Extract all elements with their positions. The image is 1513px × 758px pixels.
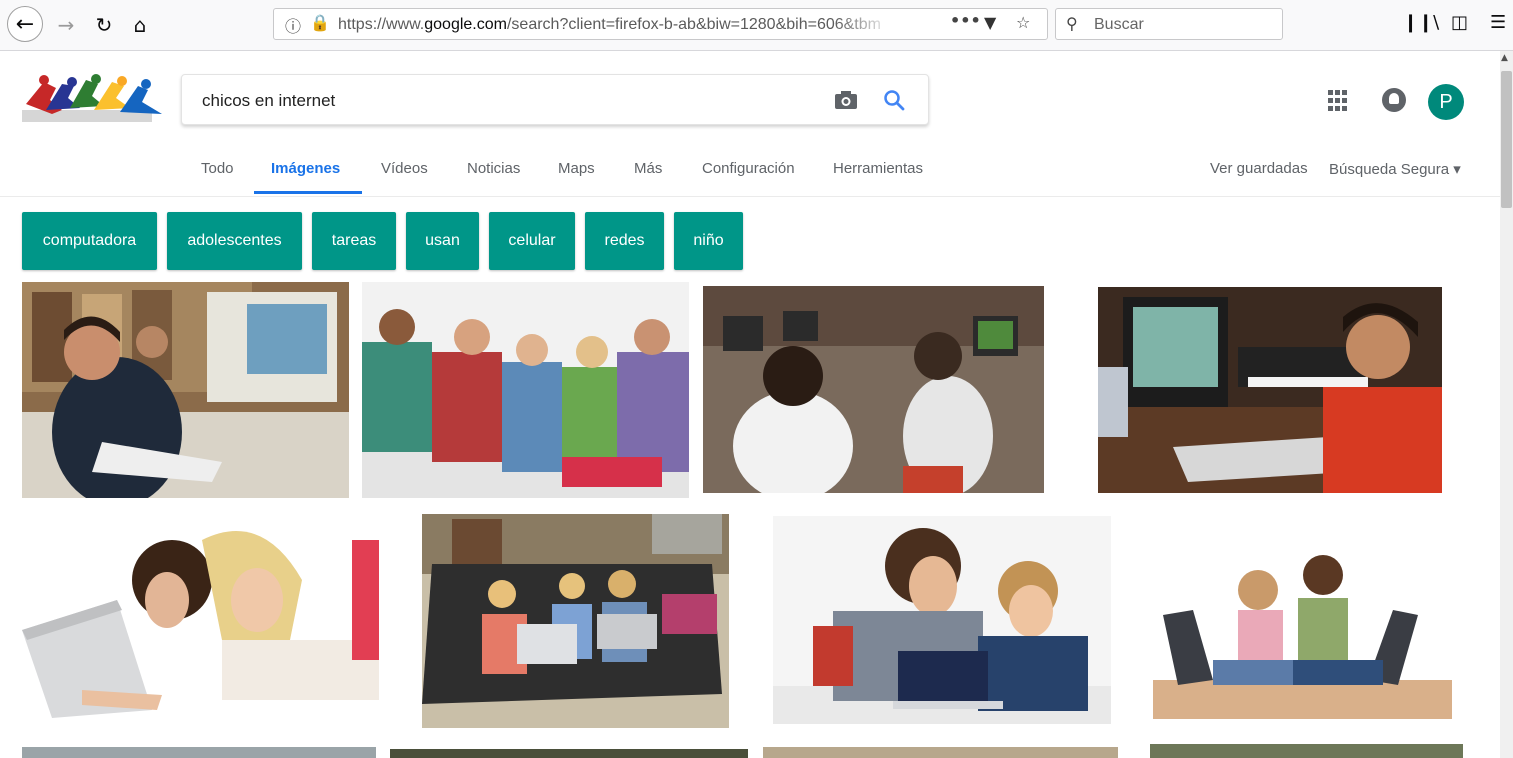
tab-noticias[interactable]: Noticias: [467, 160, 520, 177]
image-thumbnail: [422, 514, 729, 728]
tab-maps[interactable]: Maps: [558, 160, 595, 177]
image-result[interactable]: [362, 282, 689, 498]
back-arrow-icon[interactable]: ←: [7, 6, 43, 42]
image-result[interactable]: [390, 749, 748, 758]
image-thumbnail: [362, 282, 689, 498]
page-scrollbar[interactable]: ▲: [1500, 51, 1513, 758]
google-search-box[interactable]: [181, 74, 929, 125]
chip-redes[interactable]: redes: [585, 212, 664, 270]
image-result[interactable]: [22, 520, 379, 718]
browser-search-bar[interactable]: ⚲: [1055, 8, 1283, 40]
camera-icon[interactable]: [834, 90, 858, 110]
lock-icon[interactable]: 🔒: [310, 13, 330, 32]
browser-toolbar: ← → ↻ ⌂ ⓘ 🔒 https://www.google.com/searc…: [0, 0, 1513, 51]
search-icon: ⚲: [1066, 14, 1078, 33]
image-thumbnail: [1153, 520, 1452, 719]
image-result[interactable]: [1150, 744, 1463, 758]
chip-adolescentes[interactable]: adolescentes: [167, 212, 302, 270]
browser-search-input[interactable]: [1092, 13, 1276, 37]
active-tab-indicator: [254, 191, 362, 194]
tab-herramientas[interactable]: Herramientas: [833, 160, 923, 177]
library-icon[interactable]: ❙❙\: [1403, 12, 1439, 33]
image-result[interactable]: [422, 514, 729, 728]
chip-nino[interactable]: niño: [674, 212, 743, 270]
saved-images-link[interactable]: Ver guardadas: [1210, 160, 1308, 177]
safe-search-dropdown[interactable]: Búsqueda Segura ▾: [1329, 160, 1461, 178]
image-thumbnail: [703, 286, 1044, 493]
url-bar[interactable]: ⓘ 🔒 https://www.google.com/search?client…: [273, 8, 1048, 40]
chip-computadora[interactable]: computadora: [22, 212, 157, 270]
image-thumbnail: [1098, 287, 1442, 493]
apps-grid-icon[interactable]: [1328, 90, 1350, 112]
google-header: P Todo Imágenes Vídeos Noticias Maps Más…: [0, 51, 1500, 197]
url-text[interactable]: https://www.google.com/search?client=fir…: [338, 16, 898, 34]
image-result[interactable]: [703, 286, 1044, 493]
scroll-up-arrow-icon[interactable]: ▲: [1501, 53, 1508, 63]
sidebar-icon[interactable]: ◫: [1451, 12, 1468, 33]
tab-videos[interactable]: Vídeos: [381, 160, 428, 177]
star-icon[interactable]: ☆: [1016, 13, 1030, 32]
more-icon[interactable]: •••: [950, 11, 981, 30]
image-result[interactable]: [773, 516, 1111, 724]
chip-usan[interactable]: usan: [406, 212, 479, 270]
menu-icon[interactable]: ☰: [1490, 12, 1506, 33]
reload-icon[interactable]: ↻: [88, 9, 120, 41]
image-result[interactable]: [1153, 520, 1452, 719]
image-thumbnail: [773, 516, 1111, 724]
pocket-icon[interactable]: ▼: [984, 13, 996, 32]
search-tabs: Todo Imágenes Vídeos Noticias Maps Más C…: [0, 158, 1500, 196]
avatar[interactable]: P: [1428, 84, 1464, 120]
google-doodle-logo[interactable]: [22, 74, 172, 126]
search-icon[interactable]: [882, 88, 906, 112]
image-result[interactable]: [22, 282, 349, 498]
tab-imagenes[interactable]: Imágenes: [271, 160, 340, 177]
tab-configuracion[interactable]: Configuración: [702, 160, 795, 177]
scrollbar-thumb[interactable]: [1501, 71, 1512, 208]
image-result[interactable]: [22, 747, 376, 758]
image-result[interactable]: [1098, 287, 1442, 493]
chip-tareas[interactable]: tareas: [312, 212, 396, 270]
image-thumbnail: [22, 282, 349, 498]
image-thumbnail: [22, 520, 379, 718]
chip-celular[interactable]: celular: [489, 212, 575, 270]
home-icon[interactable]: ⌂: [124, 9, 156, 41]
image-result[interactable]: [763, 747, 1118, 758]
forward-arrow-icon[interactable]: →: [50, 9, 82, 41]
tab-todo[interactable]: Todo: [201, 160, 234, 177]
tab-mas[interactable]: Más: [634, 160, 662, 177]
search-input[interactable]: [200, 88, 804, 114]
info-icon[interactable]: ⓘ: [285, 13, 301, 37]
notifications-icon[interactable]: [1382, 88, 1406, 112]
